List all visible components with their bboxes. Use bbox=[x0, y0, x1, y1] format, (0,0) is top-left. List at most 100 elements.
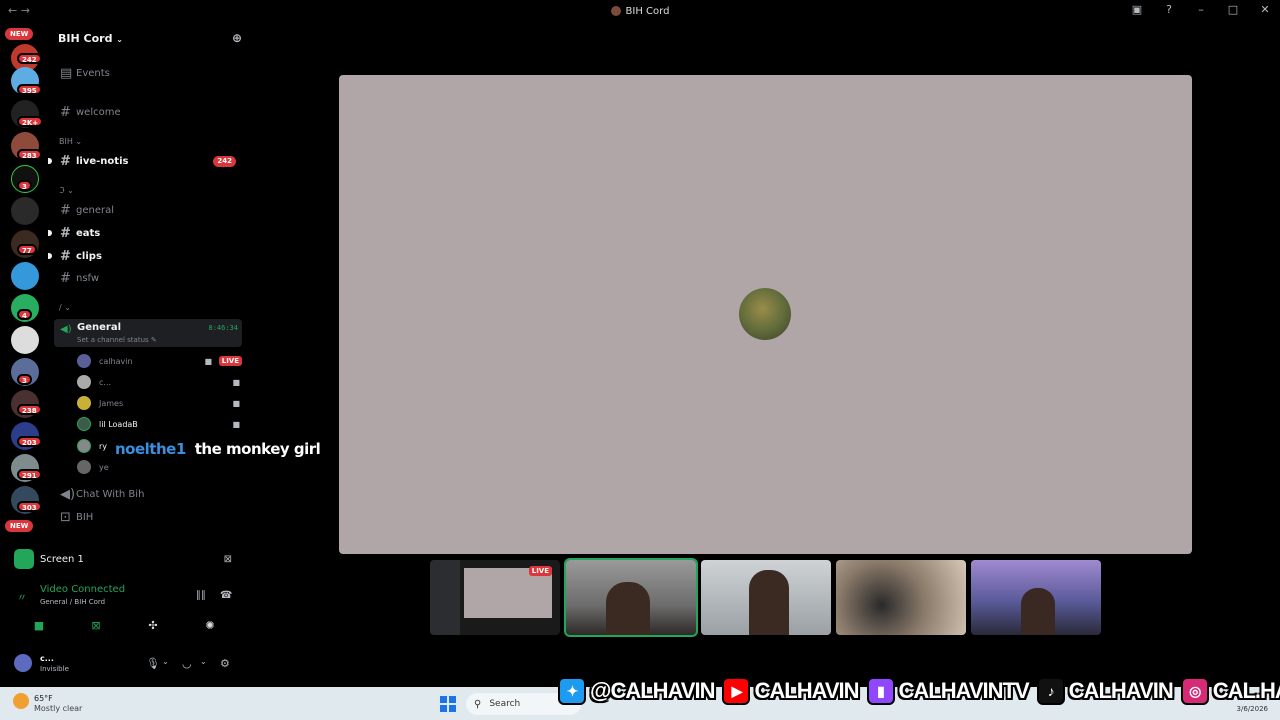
maximize-icon[interactable]: □ bbox=[1226, 3, 1240, 17]
channel-events[interactable]: ▤ Events bbox=[52, 63, 244, 83]
search-icon: ⚲ bbox=[474, 698, 482, 710]
camera-button[interactable]: ■ bbox=[12, 614, 66, 636]
twitch-handle: ▮ CALHAVINTV bbox=[866, 677, 1030, 705]
weather-icon[interactable] bbox=[13, 693, 29, 709]
hash-icon: # bbox=[60, 225, 71, 241]
category-bih[interactable]: BIH ⌄ bbox=[59, 137, 82, 146]
voice-connected-label[interactable]: Video Connected bbox=[40, 584, 125, 595]
avatar bbox=[77, 375, 91, 389]
voice-user[interactable]: James ■ bbox=[77, 394, 242, 412]
overlay-username: noelthe1 bbox=[115, 440, 186, 458]
tiktok-handle: ♪ CALHAVIN bbox=[1036, 677, 1174, 705]
category-2[interactable]: ℑ ⌄ bbox=[59, 186, 74, 195]
window-title: BIH Cord bbox=[610, 6, 669, 17]
screen-share-row[interactable]: Screen 1 ⊠ bbox=[14, 548, 236, 570]
video-tile[interactable] bbox=[701, 560, 831, 635]
hash-icon: # bbox=[60, 248, 71, 264]
invite-icon[interactable]: ⊕ bbox=[232, 31, 242, 45]
noise-suppression-icon[interactable]: ∥∥ bbox=[196, 590, 206, 601]
unread-badge: 3 bbox=[17, 374, 32, 385]
inbox-icon[interactable]: ▣ bbox=[1130, 3, 1144, 17]
video-tile[interactable] bbox=[971, 560, 1101, 635]
voice-connected-location[interactable]: General / BIH Cord bbox=[40, 598, 105, 606]
voice-user[interactable]: lil LoadaB ■ bbox=[77, 415, 242, 433]
hash-icon: # bbox=[60, 153, 71, 169]
unread-badge: 77 bbox=[17, 244, 37, 255]
camera-icon: ■ bbox=[232, 419, 240, 429]
unread-badge: 4 bbox=[17, 309, 32, 320]
guild-header[interactable]: BIH Cord ⌄ ⊕ bbox=[50, 22, 250, 54]
unread-badge: 291 bbox=[17, 469, 42, 480]
server-icon[interactable] bbox=[11, 197, 39, 225]
camera-icon: ■ bbox=[204, 356, 212, 366]
stream-tile[interactable]: LIVE bbox=[430, 560, 560, 635]
windows-start-icon[interactable] bbox=[440, 696, 456, 712]
screen-share-icon: ⊠ bbox=[91, 618, 101, 632]
soundboard-button[interactable]: ✺ bbox=[183, 614, 237, 636]
avatar[interactable] bbox=[14, 654, 32, 672]
title-bar: ← → BIH Cord ▣ ? – □ ✕ bbox=[0, 0, 1280, 22]
voice-channel-chat-with-bih[interactable]: ◀) Chat With Bih bbox=[52, 484, 244, 504]
voice-user[interactable]: calhavin ■ LIVE bbox=[77, 352, 242, 370]
new-badge: NEW bbox=[5, 28, 34, 40]
video-tile[interactable] bbox=[836, 560, 966, 635]
voice-channel-bih[interactable]: ⊡ BIH bbox=[52, 507, 244, 527]
unread-badge: 283 bbox=[17, 149, 42, 160]
voice-user[interactable]: ye bbox=[77, 458, 242, 476]
speaker-icon: ◀) bbox=[60, 324, 72, 335]
server-icon[interactable] bbox=[11, 262, 39, 290]
channel-status[interactable]: Set a channel status ✎ bbox=[77, 336, 157, 344]
camera-icon: ■ bbox=[232, 377, 240, 387]
calendar-icon: ▤ bbox=[60, 65, 73, 81]
channel-clips[interactable]: # clips bbox=[48, 246, 244, 266]
screen-share-button[interactable]: ⊠ bbox=[69, 614, 123, 636]
live-badge: LIVE bbox=[218, 356, 242, 366]
instagram-handle: ◎ CAL.HAVIN bbox=[1180, 677, 1280, 705]
unread-indicator bbox=[48, 230, 52, 236]
help-icon[interactable]: ? bbox=[1162, 3, 1176, 17]
server-icon[interactable] bbox=[11, 326, 39, 354]
minimize-icon[interactable]: – bbox=[1194, 3, 1208, 17]
channel-live-notis[interactable]: # live-notis 242 bbox=[48, 151, 244, 171]
voice-channel-general[interactable]: ◀) General Set a channel status ✎ 8:46:3… bbox=[54, 319, 242, 347]
voice-panel: Screen 1 ⊠ 〃 Video Connected General / B… bbox=[0, 543, 250, 688]
chevron-down-icon[interactable]: ⌄ bbox=[200, 657, 207, 666]
close-icon[interactable]: ✕ bbox=[1258, 3, 1272, 17]
microphone-icon[interactable]: 🎙 bbox=[146, 657, 160, 670]
guild-name: BIH Cord ⌄ bbox=[58, 31, 123, 45]
category-3[interactable]: / ⌄ bbox=[59, 303, 71, 312]
activities-button[interactable]: ✣ bbox=[126, 614, 180, 636]
stream-chat-overlay: noelthe1 the monkey girl bbox=[115, 440, 321, 458]
tiktok-icon: ♪ bbox=[1036, 677, 1065, 705]
headphones-icon[interactable]: ◡ bbox=[182, 657, 192, 670]
soundboard-icon: ✺ bbox=[205, 618, 215, 632]
main-video-stage[interactable] bbox=[339, 75, 1192, 554]
chevron-down-icon: ⌄ bbox=[116, 34, 123, 44]
channel-eats[interactable]: # eats bbox=[48, 223, 244, 243]
avatar bbox=[77, 417, 91, 431]
lock-icon: ⊡ bbox=[60, 509, 71, 525]
channel-welcome[interactable]: # welcome bbox=[52, 102, 244, 122]
unread-indicator bbox=[48, 253, 52, 259]
camera-icon: ■ bbox=[33, 618, 45, 632]
nav-arrows[interactable]: ← → bbox=[8, 4, 30, 17]
participant-avatar bbox=[739, 288, 791, 340]
gear-icon[interactable]: ⚙ bbox=[220, 657, 230, 670]
stop-stream-icon[interactable]: ⊠ bbox=[224, 554, 232, 565]
voice-user[interactable]: c... ■ bbox=[77, 373, 242, 391]
hash-icon: # bbox=[60, 270, 71, 286]
youtube-icon: ▶ bbox=[722, 677, 751, 705]
avatar bbox=[77, 460, 91, 474]
chevron-down-icon[interactable]: ⌄ bbox=[162, 657, 169, 666]
voice-timer: 8:46:34 bbox=[208, 324, 238, 332]
signal-icon[interactable]: 〃 bbox=[17, 589, 27, 604]
channel-nsfw[interactable]: # nsfw bbox=[52, 268, 244, 288]
video-tile-speaking[interactable] bbox=[564, 558, 698, 637]
unread-badge: 2K+ bbox=[17, 116, 44, 127]
unread-indicator bbox=[48, 158, 52, 164]
unread-badge: 395 bbox=[17, 84, 42, 95]
channel-general[interactable]: # general bbox=[52, 200, 244, 220]
participant-figure bbox=[1021, 588, 1055, 635]
disconnect-icon[interactable]: ☎ bbox=[220, 590, 232, 601]
twitter-handle: ✦ @CALHAVIN bbox=[558, 677, 715, 705]
